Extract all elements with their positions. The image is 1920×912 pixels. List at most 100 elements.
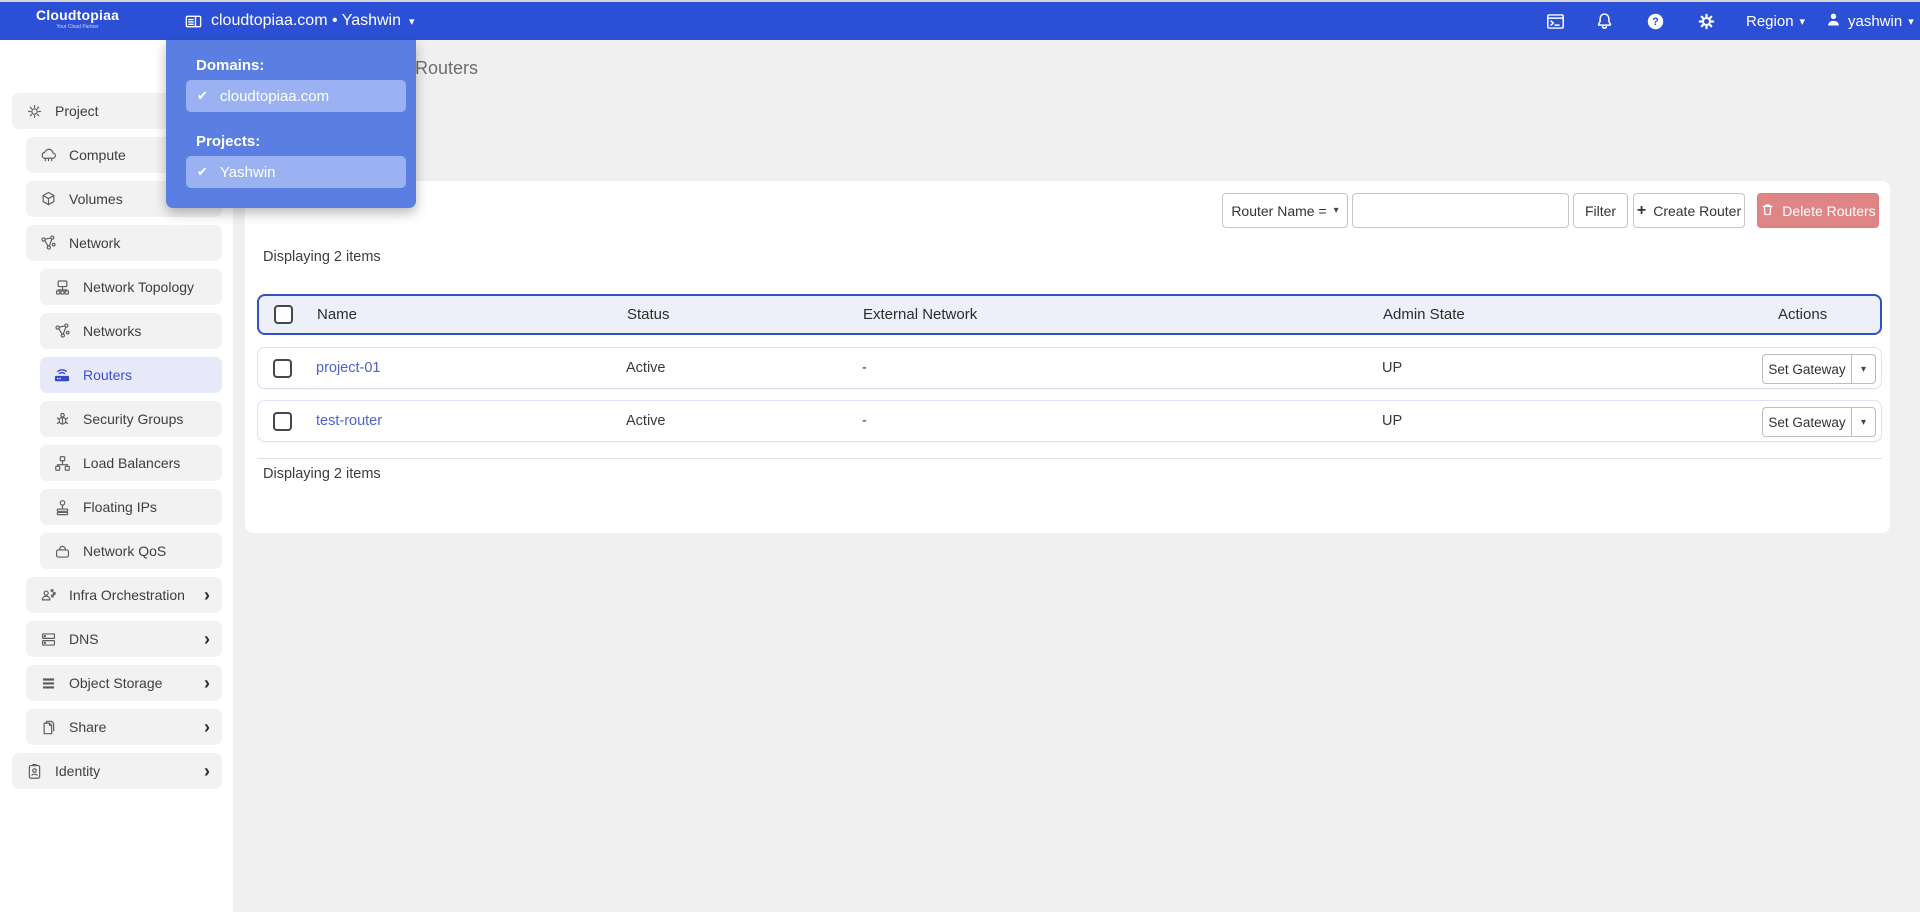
- identity-badge-icon: [24, 761, 44, 781]
- sidebar-item-label: Security Groups: [83, 411, 184, 427]
- set-gateway-button[interactable]: Set Gateway: [1762, 354, 1851, 384]
- actions-menu-toggle[interactable]: ▾: [1851, 407, 1876, 437]
- status-value: Active: [626, 413, 666, 429]
- chevron-right-icon: ›: [204, 629, 210, 649]
- sidebar-item-label: Infra Orchestration: [69, 587, 185, 603]
- region-label: Region: [1746, 12, 1794, 30]
- brand-tagline: Your Cloud Partner: [56, 24, 99, 30]
- trash-icon: [1760, 202, 1775, 220]
- sidebar-item-network-qos[interactable]: Network QoS: [40, 533, 222, 569]
- sidebar-item-label: Network QoS: [83, 543, 167, 559]
- table-row: project-01 Active - UP Set Gateway ▾: [257, 347, 1882, 389]
- notifications-bell-icon[interactable]: [1593, 10, 1615, 32]
- column-header-admin-state[interactable]: Admin State: [1383, 296, 1465, 333]
- external-network-value: -: [862, 360, 867, 376]
- plus-icon: +: [1636, 201, 1647, 219]
- sidebar-item-label: DNS: [69, 631, 99, 647]
- project-option-label: Yashwin: [219, 163, 276, 181]
- switcher-label: cloudtopiaa.com • Yashwin: [211, 12, 402, 29]
- sidebar-item-identity[interactable]: Identity ›: [12, 753, 222, 789]
- caret-down-icon: ▾: [1333, 205, 1339, 216]
- domain-option-label: cloudtopiaa.com: [219, 87, 330, 105]
- sidebar-item-infra-orchestration[interactable]: Infra Orchestration ›: [26, 577, 222, 613]
- sidebar-item-network-topology[interactable]: Network Topology: [40, 269, 222, 305]
- sidebar-item-share[interactable]: Share ›: [26, 709, 222, 745]
- admin-state-value: UP: [1382, 413, 1403, 429]
- projects-header: Projects:: [196, 133, 261, 150]
- sidebar-item-floating-ips[interactable]: Floating IPs: [40, 489, 222, 525]
- sidebar-item-label: Floating IPs: [83, 499, 157, 515]
- load-balancer-tree-icon: [52, 453, 72, 473]
- network-nodes-icon: [38, 233, 58, 253]
- column-header-name[interactable]: Name: [317, 296, 357, 333]
- topology-icon: [52, 277, 72, 297]
- table-footer-divider: [257, 458, 1882, 459]
- actions-menu-toggle[interactable]: ▾: [1851, 354, 1876, 384]
- security-bug-icon: [52, 409, 72, 429]
- qos-briefcase-icon: [52, 541, 72, 561]
- domain-project-switcher[interactable]: cloudtopiaa.com • Yashwin ▾: [183, 2, 415, 40]
- filter-button[interactable]: Filter: [1573, 193, 1628, 228]
- column-header-status[interactable]: Status: [627, 296, 670, 333]
- domain-option-cloudtopiaa[interactable]: ✔ cloudtopiaa.com: [186, 80, 406, 112]
- filter-value-input[interactable]: [1352, 193, 1569, 228]
- chevron-right-icon: ›: [204, 673, 210, 693]
- sidebar-item-label: Share: [69, 719, 107, 735]
- region-dropdown[interactable]: Region ▾: [1746, 2, 1805, 40]
- select-all-cell: [274, 296, 293, 333]
- sidebar-item-object-storage[interactable]: Object Storage ›: [26, 665, 222, 701]
- create-router-label: Create Router: [1653, 202, 1742, 219]
- brand-logo[interactable]: Cloudtopiaa Your Cloud Partner: [36, 7, 119, 30]
- delete-routers-label: Delete Routers: [1782, 202, 1876, 219]
- sidebar-item-label: Compute: [69, 147, 126, 163]
- sidebar-item-label: Identity: [55, 763, 101, 779]
- chevron-right-icon: ›: [204, 717, 210, 737]
- row-checkbox[interactable]: [273, 358, 292, 378]
- share-document-icon: [38, 717, 58, 737]
- sidebar-item-dns[interactable]: DNS ›: [26, 621, 222, 657]
- dns-server-icon: [38, 629, 58, 649]
- compute-cloud-icon: [38, 145, 58, 165]
- set-gateway-button[interactable]: Set Gateway: [1762, 407, 1851, 437]
- user-menu[interactable]: yashwin ▾: [1825, 2, 1914, 40]
- router-name-link[interactable]: project-01: [316, 360, 380, 376]
- sidebar-item-networks[interactable]: Networks: [40, 313, 222, 349]
- settings-gear-icon[interactable]: [1695, 10, 1717, 32]
- sidebar-item-load-balancers[interactable]: Load Balancers: [40, 445, 222, 481]
- caret-down-icon: ▾: [1908, 15, 1914, 28]
- create-router-button[interactable]: + Create Router: [1633, 193, 1745, 228]
- status-value: Active: [626, 360, 666, 376]
- router-name-link[interactable]: test-router: [316, 413, 382, 429]
- chevron-right-icon: ›: [204, 761, 210, 781]
- chevron-right-icon: ›: [204, 585, 210, 605]
- sidebar-item-label: Routers: [83, 367, 133, 383]
- item-count-bottom: Displaying 2 items: [263, 466, 381, 482]
- delete-routers-button[interactable]: Delete Routers: [1757, 193, 1879, 228]
- orchestration-icon: [38, 585, 58, 605]
- sidebar-item-network[interactable]: Network: [26, 225, 222, 261]
- sidebar-item-label: Network Topology: [83, 279, 195, 295]
- project-option-yashwin[interactable]: ✔ Yashwin: [186, 156, 406, 188]
- sidebar-item-security-groups[interactable]: Security Groups: [40, 401, 222, 437]
- admin-state-value: UP: [1382, 360, 1403, 376]
- help-icon[interactable]: ?: [1644, 10, 1666, 32]
- row-actions: Set Gateway ▾: [1762, 354, 1876, 384]
- routers-panel: Router Name = ▾ Filter + Create Router D…: [245, 181, 1890, 533]
- check-icon: ✔: [197, 164, 208, 179]
- check-icon: ✔: [197, 88, 208, 103]
- user-name: yashwin: [1848, 12, 1903, 30]
- select-all-checkbox[interactable]: [274, 305, 293, 324]
- terminal-icon[interactable]: [1544, 10, 1566, 32]
- filter-field-label: Router Name =: [1231, 202, 1327, 219]
- sidebar-item-label: Network: [69, 235, 121, 251]
- sidebar-item-routers[interactable]: Routers: [40, 357, 222, 393]
- object-storage-icon: [38, 673, 58, 693]
- row-checkbox[interactable]: [273, 411, 292, 431]
- filter-button-label: Filter: [1584, 202, 1617, 219]
- domain-list-icon: [183, 11, 203, 31]
- item-count-top: Displaying 2 items: [263, 249, 381, 265]
- filter-field-select[interactable]: Router Name = ▾: [1222, 193, 1348, 228]
- column-header-external-network[interactable]: External Network: [863, 296, 977, 333]
- domain-project-dropdown-panel: Domains: ✔ cloudtopiaa.com Projects: ✔ Y…: [166, 40, 416, 208]
- row-select-cell: [273, 401, 292, 441]
